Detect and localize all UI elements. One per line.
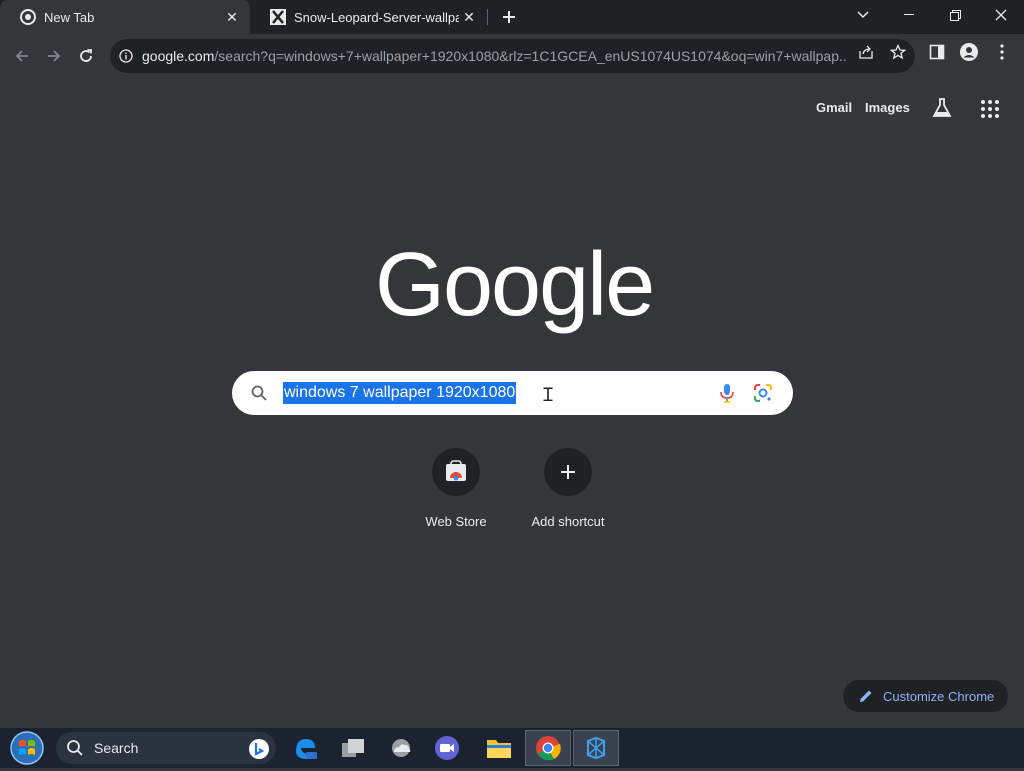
- url-text: google.com/search?q=windows+7+wallpaper+…: [142, 48, 847, 64]
- bookmark-star-icon[interactable]: [888, 42, 908, 62]
- plus-icon: [544, 448, 592, 496]
- file-explorer-icon[interactable]: [476, 730, 522, 766]
- bing-icon[interactable]: [248, 738, 270, 760]
- labs-flask-icon[interactable]: [930, 96, 954, 120]
- x-icon: [270, 9, 286, 25]
- reload-button[interactable]: [70, 40, 102, 72]
- search-icon: [66, 738, 86, 758]
- site-info-icon[interactable]: [118, 48, 134, 64]
- taskbar-search-label: Search: [94, 740, 139, 756]
- customize-chrome-button[interactable]: Customize Chrome: [843, 680, 1008, 712]
- restore-button[interactable]: [932, 0, 978, 30]
- web-store-icon: [432, 448, 480, 496]
- forward-button[interactable]: [38, 40, 70, 72]
- back-button[interactable]: [6, 40, 38, 72]
- search-icon: [249, 383, 269, 403]
- text-cursor-icon: Ｉ: [539, 385, 557, 406]
- taskbar: Search: [0, 728, 1024, 768]
- chrome-taskbar-icon[interactable]: [525, 730, 571, 766]
- menu-kebab-icon[interactable]: [992, 42, 1012, 62]
- shortcut-label: Add shortcut: [531, 514, 605, 529]
- close-tab-icon[interactable]: ✕: [459, 7, 479, 27]
- minimize-button[interactable]: [886, 0, 932, 30]
- url-path: /search?q=windows+7+wallpaper+1920x1080&…: [214, 48, 847, 64]
- tab-divider: [487, 9, 488, 25]
- voice-search-icon[interactable]: [716, 382, 738, 404]
- tab-title: New Tab: [44, 9, 95, 25]
- close-tab-icon[interactable]: ✕: [222, 7, 242, 27]
- share-icon[interactable]: [856, 42, 876, 62]
- address-bar[interactable]: google.com/search?q=windows+7+wallpaper+…: [110, 39, 915, 73]
- teams-meet-icon[interactable]: [424, 730, 470, 766]
- side-panel-icon[interactable]: [927, 42, 947, 62]
- shortcut-label: Web Store: [425, 514, 487, 529]
- tab-snow-leopard[interactable]: Snow-Leopard-Server-wallpaper.j ✕: [250, 0, 487, 34]
- edge-preview-icon[interactable]: [282, 730, 328, 766]
- new-tab-button[interactable]: [496, 5, 522, 29]
- tab-search-icon[interactable]: [840, 0, 886, 30]
- tab-new-tab[interactable]: New Tab ✕: [0, 0, 250, 34]
- search-input[interactable]: windows 7 wallpaper 1920x1080: [283, 382, 517, 404]
- tab-strip: New Tab ✕ Snow-Leopard-Server-wallpaper.…: [0, 0, 1024, 34]
- toolbar: google.com/search?q=windows+7+wallpaper+…: [0, 34, 1024, 78]
- windows-start-icon[interactable]: [8, 730, 46, 766]
- profile-icon[interactable]: [959, 42, 979, 62]
- pencil-icon: [859, 688, 875, 704]
- url-host: google.com: [142, 48, 215, 64]
- task-view-icon[interactable]: [330, 730, 376, 766]
- onedrive-cloud-icon[interactable]: [378, 730, 424, 766]
- new-tab-page: Gmail Images Google windows 7 wallpaper …: [0, 78, 1024, 728]
- app-network-icon[interactable]: [573, 730, 619, 766]
- shortcut-add[interactable]: Add shortcut: [512, 448, 624, 529]
- close-window-button[interactable]: [978, 0, 1024, 30]
- chrome-icon: [20, 9, 36, 25]
- search-box[interactable]: windows 7 wallpaper 1920x1080: [232, 371, 793, 415]
- tab-title: Snow-Leopard-Server-wallpaper.j: [294, 9, 459, 25]
- shortcut-web-store[interactable]: Web Store: [400, 448, 512, 529]
- gmail-link[interactable]: Gmail: [816, 100, 852, 115]
- apps-grid-icon[interactable]: [980, 99, 1000, 119]
- images-link[interactable]: Images: [865, 100, 910, 115]
- customize-label: Customize Chrome: [883, 688, 995, 704]
- taskbar-search[interactable]: Search: [56, 732, 276, 764]
- google-logo: Google: [375, 235, 655, 335]
- google-lens-icon[interactable]: [752, 382, 774, 404]
